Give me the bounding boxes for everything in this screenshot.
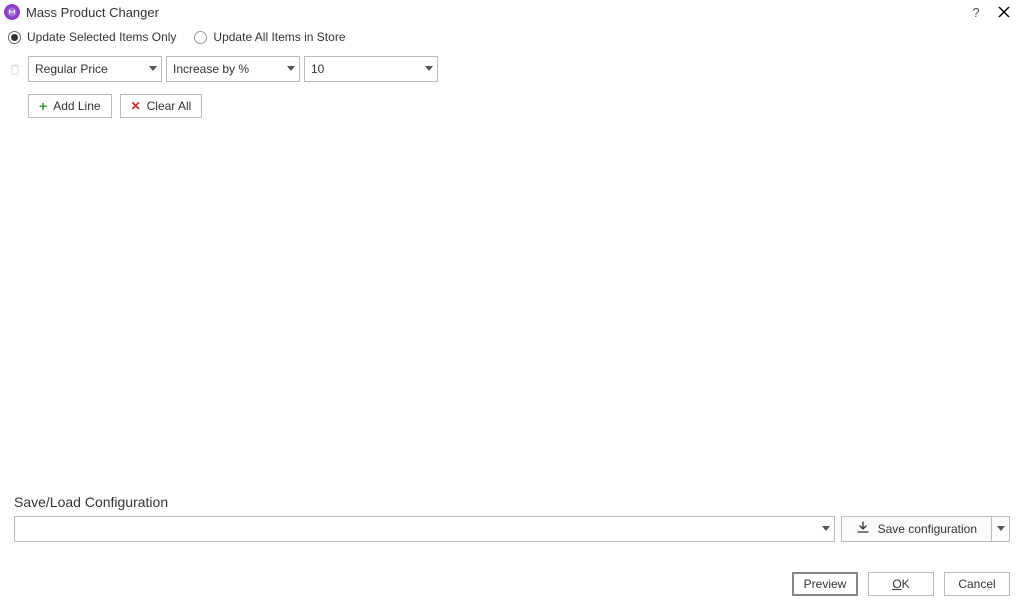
field-select[interactable]: Regular Price (28, 56, 162, 82)
close-icon (998, 6, 1010, 18)
caret-down-icon (419, 66, 433, 72)
dialog-footer: Preview OK Cancel (0, 542, 1024, 610)
save-configuration-splitbutton: Save configuration (841, 516, 1010, 542)
save-load-section: Save/Load Configuration Save configurati… (0, 494, 1024, 542)
preview-label: Preview (804, 577, 847, 591)
configuration-select[interactable] (14, 516, 835, 542)
preview-button[interactable]: Preview (792, 572, 858, 596)
save-configuration-label: Save configuration (878, 522, 977, 536)
save-configuration-button[interactable]: Save configuration (841, 516, 992, 542)
radio-selected-only[interactable]: Update Selected Items Only (8, 30, 176, 44)
value-select-value: 10 (311, 62, 324, 76)
radio-unchecked-icon (194, 31, 207, 44)
download-icon (856, 521, 870, 538)
clear-all-button[interactable]: ✕ Clear All (120, 94, 203, 118)
close-button[interactable] (990, 1, 1018, 23)
caret-down-icon (822, 526, 830, 532)
ok-label: OK (892, 577, 909, 591)
add-line-button[interactable]: + Add Line (28, 94, 112, 118)
radio-all-in-store-label: Update All Items in Store (213, 30, 345, 44)
clear-all-label: Clear All (147, 99, 192, 113)
window-title: Mass Product Changer (26, 5, 159, 20)
cancel-button[interactable]: Cancel (944, 572, 1010, 596)
radio-selected-only-label: Update Selected Items Only (27, 30, 176, 44)
delete-line-button[interactable] (8, 62, 22, 76)
ok-button[interactable]: OK (868, 572, 934, 596)
titlebar: Mass Product Changer ? (0, 0, 1024, 24)
caret-down-icon (997, 526, 1005, 532)
add-line-label: Add Line (53, 99, 100, 113)
field-select-value: Regular Price (35, 62, 108, 76)
cancel-label: Cancel (958, 577, 995, 591)
change-line-row: Regular Price Increase by % 10 (0, 56, 1024, 82)
trash-icon (9, 63, 21, 75)
caret-down-icon (143, 66, 157, 72)
caret-down-icon (281, 66, 295, 72)
x-icon: ✕ (131, 100, 141, 112)
radio-all-in-store[interactable]: Update All Items in Store (194, 30, 345, 44)
radio-checked-icon (8, 31, 21, 44)
value-select[interactable]: 10 (304, 56, 438, 82)
update-scope-group: Update Selected Items Only Update All It… (0, 24, 1024, 54)
app-icon (4, 4, 20, 20)
save-load-heading: Save/Load Configuration (14, 494, 1010, 510)
line-toolbar: + Add Line ✕ Clear All (0, 82, 1024, 118)
help-button[interactable]: ? (962, 1, 990, 23)
action-select-value: Increase by % (173, 62, 249, 76)
save-configuration-menu[interactable] (992, 516, 1010, 542)
plus-icon: + (39, 99, 47, 113)
action-select[interactable]: Increase by % (166, 56, 300, 82)
